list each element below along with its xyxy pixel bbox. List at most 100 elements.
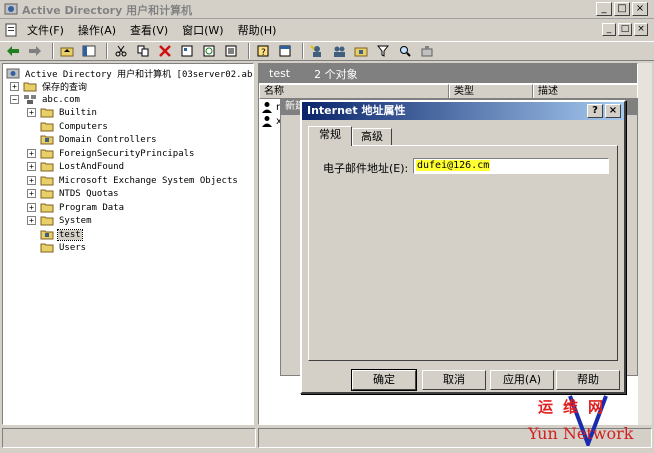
watermark-bottom: Yun Network	[528, 424, 634, 443]
menu-view[interactable]: 查看(V)	[123, 21, 175, 39]
copy-button[interactable]	[134, 43, 152, 59]
menu-help[interactable]: 帮助(H)	[231, 21, 284, 39]
refresh-button[interactable]	[200, 43, 218, 59]
new-user-button[interactable]	[308, 43, 326, 59]
dialog-close-button[interactable]: ×	[605, 104, 621, 118]
tree-item-foreign-security-principals[interactable]: + ForeignSecurityPrincipals	[27, 147, 195, 160]
tree-item-system[interactable]: + System	[27, 214, 93, 227]
status-cell	[2, 428, 256, 448]
expand-plus-icon[interactable]: +	[27, 189, 36, 198]
list-item[interactable]: r	[261, 100, 280, 114]
menu-window[interactable]: 窗口(W)	[175, 21, 230, 39]
folder-up-icon	[60, 47, 74, 57]
toolbar-separator	[52, 43, 54, 59]
tree-item-domain-controllers[interactable]: Domain Controllers	[40, 133, 158, 146]
expand-minus-icon[interactable]: −	[10, 95, 19, 104]
close-button[interactable]: ×	[632, 2, 648, 16]
cut-button[interactable]	[112, 43, 130, 59]
expand-plus-icon[interactable]: +	[27, 216, 36, 225]
tree-label: LostAndFound	[59, 161, 125, 172]
container-name: test	[269, 67, 291, 80]
arrow-right-icon	[29, 46, 41, 56]
menu-file[interactable]: 文件(F)	[20, 21, 71, 39]
export-button[interactable]	[222, 43, 240, 59]
tree-item-builtin[interactable]: + Builtin	[27, 106, 98, 119]
tree-item-lost-and-found[interactable]: + LostAndFound	[27, 160, 125, 173]
help-button[interactable]: ?	[254, 43, 272, 59]
mdi-close-button[interactable]: ×	[634, 23, 648, 36]
user-icon	[262, 102, 272, 113]
tree-root-label: Active Directory 用户和计算机 [03server02.abc	[25, 70, 254, 80]
mdi-restore-button[interactable]: □	[618, 23, 632, 36]
tab-panel-general: 电子邮件地址(E): dufei@126.cm	[308, 145, 618, 361]
minimize-button[interactable]: _	[596, 2, 612, 16]
column-description[interactable]: 描述	[533, 84, 637, 99]
tree-item-test[interactable]: test	[40, 228, 83, 241]
list-item[interactable]: x	[261, 114, 282, 128]
tree-label: NTDS Quotas	[59, 188, 119, 199]
forward-button[interactable]	[26, 43, 44, 59]
tree-label: 保存的查询	[42, 83, 88, 93]
tree-item-users[interactable]: Users	[40, 241, 87, 254]
tree-domain[interactable]: − abc.com	[10, 93, 81, 106]
folder-icon	[40, 189, 54, 199]
expand-plus-icon[interactable]: +	[27, 176, 36, 185]
tree-saved-queries[interactable]: + 保存的查询	[10, 80, 88, 93]
apply-button[interactable]: 应用(A)	[490, 370, 554, 390]
tree-root[interactable]: Active Directory 用户和计算机 [03server02.abc	[6, 67, 254, 80]
vertical-scrollbar[interactable]	[638, 63, 652, 425]
new-ou-button[interactable]	[352, 43, 370, 59]
menu-action[interactable]: 操作(A)	[71, 21, 123, 39]
console-button[interactable]	[276, 43, 294, 59]
new-group-button[interactable]	[330, 43, 348, 59]
expand-plus-icon[interactable]: +	[27, 203, 36, 212]
help-dialog-button[interactable]: 帮助	[556, 370, 620, 390]
ou-folder-icon	[40, 135, 54, 145]
pane-icon	[82, 45, 96, 57]
filter-button[interactable]	[374, 43, 392, 59]
folder-icon	[23, 82, 37, 92]
copy-icon	[137, 45, 149, 57]
tree-item-computers[interactable]: Computers	[40, 120, 109, 133]
export-list-icon	[225, 45, 237, 57]
up-level-button[interactable]	[58, 43, 76, 59]
tree-item-exchange-system-objects[interactable]: + Microsoft Exchange System Objects	[27, 174, 239, 187]
expand-plus-icon[interactable]: +	[27, 149, 36, 158]
menu-bar: 文件(F) 操作(A) 查看(V) 窗口(W) 帮助(H)	[0, 20, 654, 40]
mmc-doc-icon	[5, 23, 17, 37]
mdi-minimize-button[interactable]: _	[602, 23, 616, 36]
tree-item-ntds-quotas[interactable]: + NTDS Quotas	[27, 187, 120, 200]
expand-plus-icon[interactable]: +	[10, 82, 19, 91]
tab-advanced[interactable]: 高级	[352, 128, 392, 146]
expand-plus-icon[interactable]: +	[27, 162, 36, 171]
back-button[interactable]	[4, 43, 22, 59]
delete-x-icon	[159, 45, 171, 57]
add-to-group-icon	[421, 46, 433, 57]
show-hide-tree-button[interactable]	[80, 43, 98, 59]
properties-button[interactable]	[178, 43, 196, 59]
new-group-icon	[334, 46, 345, 57]
properties-icon	[181, 45, 193, 57]
object-count: 2 个对象	[314, 67, 358, 81]
tree-pane[interactable]: Active Directory 用户和计算机 [03server02.abc …	[2, 63, 254, 425]
expand-plus-icon[interactable]: +	[27, 108, 36, 117]
email-field[interactable]: dufei@126.cm	[413, 158, 609, 174]
details-header: test 2 个对象	[259, 64, 637, 83]
watermark-top: 运维网	[538, 398, 614, 416]
column-type[interactable]: 类型	[449, 84, 533, 99]
dialog-help-button[interactable]: ?	[587, 104, 603, 118]
folder-icon	[40, 216, 54, 226]
add-to-group-button[interactable]	[418, 43, 436, 59]
tree-label: Domain Controllers	[59, 134, 157, 145]
column-name[interactable]: 名称	[259, 84, 449, 99]
watermark-logo: 运维网 Yun Network	[528, 394, 652, 448]
find-button[interactable]	[396, 43, 414, 59]
cancel-button[interactable]: 取消	[422, 370, 486, 390]
ok-button[interactable]: 确定	[351, 369, 417, 391]
delete-button[interactable]	[156, 43, 174, 59]
maximize-button[interactable]: □	[614, 2, 630, 16]
properties-dialog: Internet 地址属性 ? × 常规 高级 电子邮件地址(E): dufei…	[300, 100, 626, 394]
tab-general[interactable]: 常规	[308, 126, 352, 146]
tree-item-program-data[interactable]: + Program Data	[27, 201, 125, 214]
toolbar-separator	[302, 43, 304, 59]
